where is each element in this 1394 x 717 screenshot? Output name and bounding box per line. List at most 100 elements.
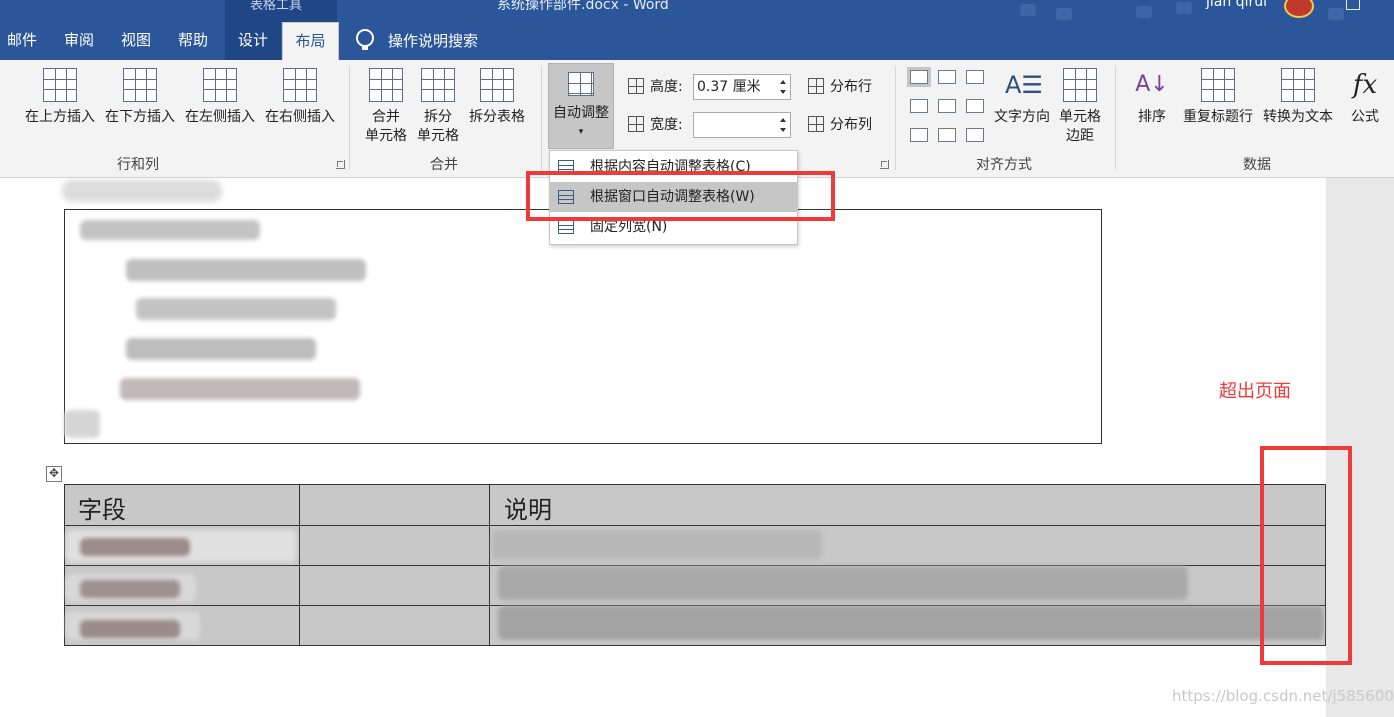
split-table-icon	[480, 68, 514, 102]
redacted-text	[126, 338, 316, 360]
table-move-handle-icon[interactable]: ✥	[46, 466, 62, 482]
ribbon-tab-bar: 邮件 审阅 视图 帮助 设计 布局	[0, 22, 1394, 61]
column-width-icon	[628, 116, 644, 132]
align-bottom-right-icon[interactable]	[966, 128, 984, 142]
insert-left-icon	[203, 68, 237, 102]
insert-right-button[interactable]: 在右侧插入	[260, 68, 340, 127]
height-label: 高度:	[628, 76, 683, 98]
table-header-field[interactable]: 字段	[78, 490, 126, 525]
background-doodle-icon	[1056, 8, 1072, 20]
formula-button[interactable]: fx 公式	[1340, 68, 1390, 127]
highlight-box	[526, 171, 835, 221]
tab-help[interactable]: 帮助	[170, 22, 216, 60]
spin-up-icon[interactable]	[780, 80, 786, 84]
table-header-description[interactable]: 说明	[504, 490, 552, 525]
split-cells-button[interactable]: 拆分 单元格	[412, 68, 464, 146]
merge-cells-label-1: 合并	[372, 109, 400, 125]
redacted-cell	[80, 538, 190, 556]
width-spinner[interactable]	[693, 112, 791, 138]
repeat-header-icon	[1201, 68, 1235, 102]
insert-below-button[interactable]: 在下方插入	[100, 68, 180, 127]
tab-design[interactable]: 设计	[225, 22, 281, 60]
distribute-cols-button[interactable]: 分布列	[808, 114, 872, 136]
insert-above-icon	[43, 68, 77, 102]
background-doodle-icon	[1020, 4, 1036, 16]
width-label-text: 宽度:	[650, 117, 683, 133]
autofit-button[interactable]: 自动调整 ▾	[548, 63, 614, 149]
redacted-text	[62, 180, 222, 202]
redacted-cell	[498, 566, 1188, 600]
spin-down-icon[interactable]	[780, 128, 786, 132]
text-direction-icon: A☰	[1005, 71, 1043, 99]
avatar[interactable]	[1284, 0, 1314, 18]
spin-down-icon[interactable]	[780, 90, 786, 94]
align-top-center-icon[interactable]	[938, 70, 956, 84]
sort-icon: A↓	[1135, 72, 1169, 97]
redacted-text	[136, 298, 336, 320]
cell-margins-button[interactable]: 单元格 边距	[1056, 68, 1104, 146]
split-table-label: 拆分表格	[469, 109, 525, 125]
spin-up-icon[interactable]	[780, 118, 786, 122]
dialog-launcher-icon[interactable]	[336, 160, 345, 169]
tab-review[interactable]: 审阅	[56, 22, 102, 60]
cell-margins-icon	[1063, 68, 1097, 102]
repeat-header-button[interactable]: 重复标题行	[1178, 68, 1258, 127]
height-label-text: 高度:	[650, 79, 683, 95]
group-separator	[1115, 66, 1116, 170]
fixed-width-icon	[558, 220, 574, 234]
align-middle-right-icon[interactable]	[966, 99, 984, 113]
insert-right-icon	[283, 68, 317, 102]
convert-to-text-button[interactable]: 转换为文本	[1258, 68, 1338, 127]
distribute-cols-icon	[808, 116, 824, 132]
redacted-cell	[492, 530, 822, 560]
tab-view[interactable]: 视图	[113, 22, 159, 60]
document-title: 系统操作部件.docx - Word	[497, 0, 669, 13]
group-separator	[895, 66, 896, 170]
redacted-text	[64, 410, 100, 438]
chevron-down-icon: ▾	[578, 127, 584, 137]
redacted-cell	[498, 606, 1324, 640]
context-group-label: 表格工具	[250, 0, 303, 13]
sort-button[interactable]: A↓ 排序	[1130, 68, 1174, 127]
align-middle-center-icon[interactable]	[938, 99, 956, 113]
insert-above-button[interactable]: 在上方插入	[20, 68, 100, 127]
width-label: 宽度:	[628, 114, 683, 136]
insert-above-label: 在上方插入	[25, 109, 95, 125]
align-bottom-left-icon[interactable]	[910, 128, 928, 142]
align-bottom-center-icon[interactable]	[938, 128, 956, 142]
split-table-button[interactable]: 拆分表格	[464, 68, 530, 127]
row-divider	[65, 525, 1325, 526]
height-value: 0.37 厘米	[697, 79, 761, 95]
align-top-right-icon[interactable]	[966, 70, 984, 84]
split-cells-icon	[421, 68, 455, 102]
distribute-rows-label: 分布行	[830, 79, 872, 95]
convert-to-text-icon	[1281, 68, 1315, 102]
redacted-cell	[80, 580, 180, 598]
lightbulb-icon[interactable]	[356, 29, 374, 50]
tell-me-search[interactable]: 操作说明搜索	[388, 22, 478, 60]
repeat-header-label: 重复标题行	[1183, 109, 1253, 125]
tab-mailings[interactable]: 邮件	[0, 22, 44, 60]
row-height-icon	[628, 78, 644, 94]
text-direction-label: 文字方向	[994, 109, 1050, 125]
autofit-label: 自动调整	[553, 105, 609, 121]
align-top-left-icon[interactable]	[907, 67, 931, 87]
formula-label: 公式	[1351, 109, 1379, 125]
tab-layout[interactable]: 布局	[282, 22, 339, 61]
background-doodle-icon	[1136, 6, 1152, 18]
dialog-launcher-icon[interactable]	[880, 160, 889, 169]
distribute-rows-button[interactable]: 分布行	[808, 76, 872, 98]
group-label-rows-cols: 行和列	[117, 157, 159, 173]
annotation-text: 超出页面	[1219, 381, 1291, 402]
user-name[interactable]: jian qirui	[1206, 0, 1267, 10]
group-label-merge: 合并	[430, 157, 458, 173]
text-direction-button[interactable]: A☰ 文字方向	[990, 68, 1054, 127]
height-spinner[interactable]: 0.37 厘米	[693, 74, 791, 100]
distribute-rows-icon	[808, 78, 824, 94]
redacted-text	[120, 378, 360, 400]
insert-left-button[interactable]: 在左侧插入	[180, 68, 260, 127]
restore-window-icon[interactable]	[1346, 0, 1360, 10]
insert-below-icon	[123, 68, 157, 102]
align-middle-left-icon[interactable]	[910, 99, 928, 113]
merge-cells-button[interactable]: 合并 单元格	[360, 68, 412, 146]
